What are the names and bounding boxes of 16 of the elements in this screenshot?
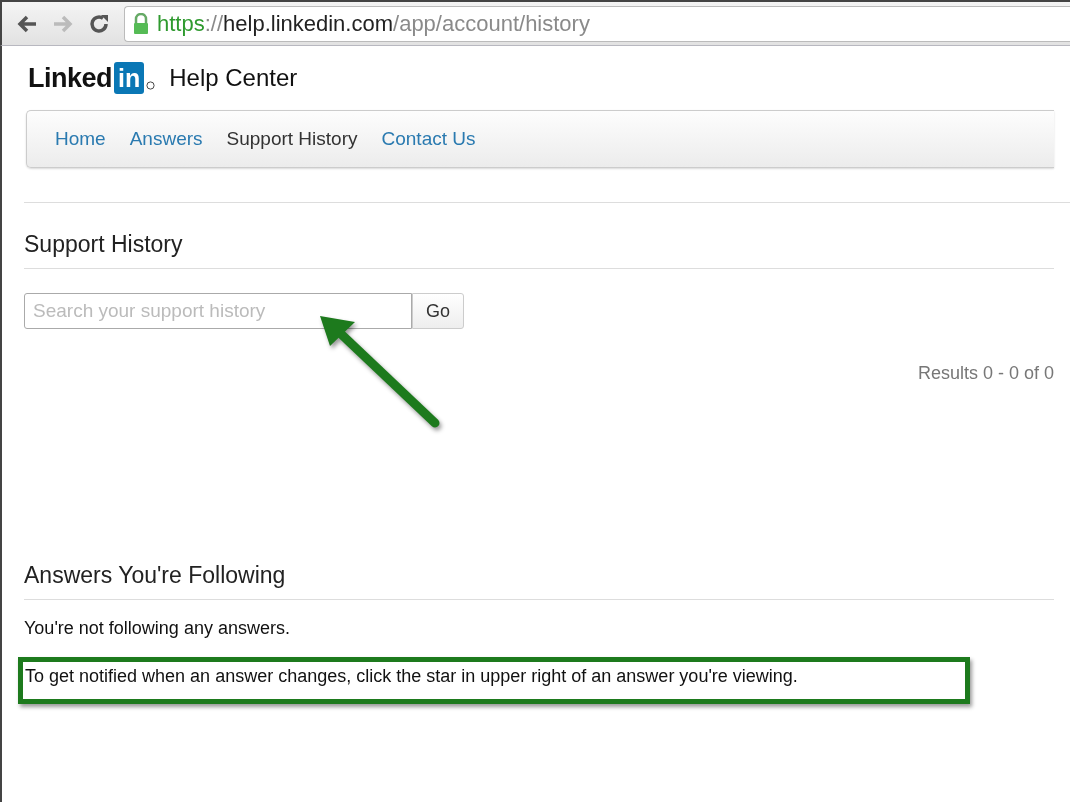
address-bar[interactable]: https://help.linkedin.com/app/account/history [124, 5, 1070, 42]
lock-icon [133, 12, 149, 35]
results-count: Results 0 - 0 of 0 [916, 363, 1054, 384]
search-field[interactable]: Search your support history [24, 293, 412, 329]
nav-link[interactable]: Contact Us [381, 128, 476, 150]
empty-message: You're not following any answers. [24, 618, 291, 639]
nav-link[interactable]: Home [55, 128, 106, 150]
go-button[interactable]: Go [412, 293, 464, 329]
section-heading: Answers You're Following [24, 562, 287, 589]
site-title: Help Center [169, 64, 298, 92]
logo[interactable]: Linked in [28, 62, 156, 94]
section-heading: Support History [24, 231, 184, 258]
nav-link[interactable]: Support History [226, 128, 358, 150]
highlighted-tip: To get notified when an answer changes, click the star in upper right of an answer you're viewing. [18, 657, 970, 704]
nav-link[interactable]: Answers [129, 128, 203, 150]
reload-icon[interactable] [88, 12, 110, 35]
